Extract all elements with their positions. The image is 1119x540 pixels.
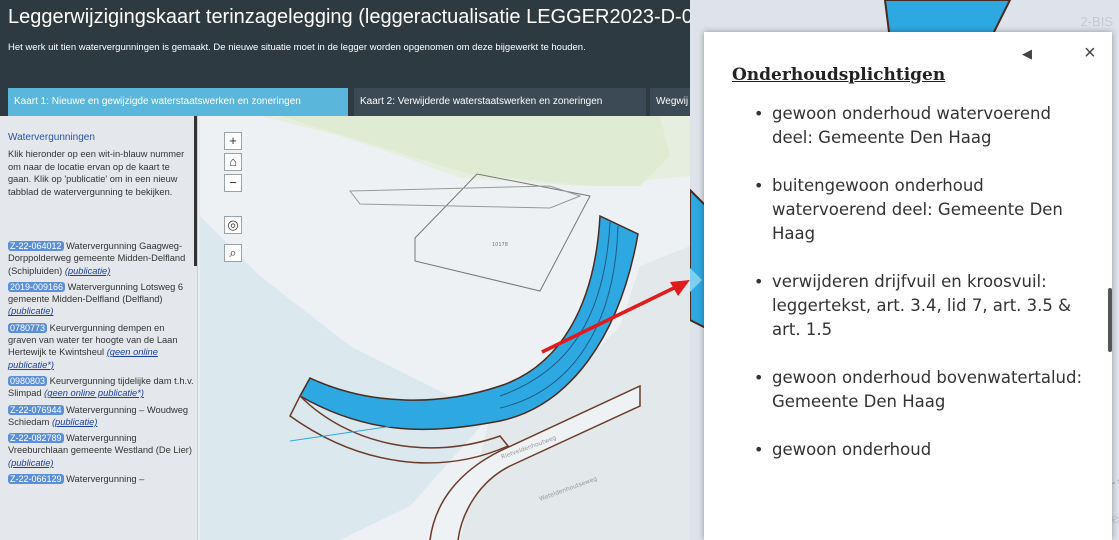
map-view[interactable]: 10178 Rietveldenhoutweg Weteldenhoutsewe… xyxy=(200,116,690,540)
tab-wegwijzer[interactable]: Wegwij xyxy=(650,88,690,116)
list-item: verwijderen drijfvuil en kroosvuil: legg… xyxy=(754,270,1092,342)
permit-list: Z-22-064012 Watervergunning Gaagweg-Dorp… xyxy=(8,240,194,489)
page-title: Leggerwijzigingskaart terinzagelegging (… xyxy=(8,6,690,28)
publication-link[interactable]: (publicatie) xyxy=(8,458,53,468)
map-application: Leggerwijzigingskaart terinzagelegging (… xyxy=(0,0,690,540)
tab-bar: Kaart 1: Nieuwe en gewijzigde waterstaat… xyxy=(0,88,690,116)
list-item: 0780773 Keurvergunning dempen en graven … xyxy=(8,322,194,371)
zone-area xyxy=(200,216,490,540)
app-header: Leggerwijzigingskaart terinzagelegging (… xyxy=(0,0,690,88)
zoom-out-button[interactable]: − xyxy=(224,174,242,192)
permit-id-link[interactable]: Z-22-082789 xyxy=(8,433,64,444)
permit-id-link[interactable]: 0780773 xyxy=(8,322,48,333)
parcel-label: 10178 xyxy=(492,242,508,248)
list-item: gewoon onderhoud watervoerend deel: Geme… xyxy=(754,102,1092,150)
info-popup: ◀ × Onderhoudsplichtigen gewoon onderhou… xyxy=(704,32,1112,540)
list-item: Z-22-076944 Watervergunning – Woudweg Sc… xyxy=(8,404,194,429)
map-canvas: 10178 Rietveldenhoutweg Weteldenhoutsewe… xyxy=(200,116,690,540)
list-item: Z-22-066129 Watervergunning – xyxy=(8,473,194,485)
publication-link[interactable]: (publicatie) xyxy=(65,266,110,276)
sidebar: Watervergunningen Klik hieronder op een … xyxy=(0,116,198,540)
tab-kaart-2[interactable]: Kaart 2: Verwijderde waterstaatswerken e… xyxy=(354,88,646,116)
list-item: gewoon onderhoud bovenwatertalud: Gemeen… xyxy=(754,366,1092,414)
map-label: 2-BIS xyxy=(1080,14,1113,29)
home-icon[interactable]: ⌂ xyxy=(224,153,242,171)
page-subtitle: Het werk uit tien watervergunningen is g… xyxy=(8,42,586,53)
permit-id-link[interactable]: Z-22-076944 xyxy=(8,404,64,415)
search-icon[interactable]: ⌕ xyxy=(224,244,242,262)
list-item: Z-22-082789 Watervergunning Vreeburchlaa… xyxy=(8,432,194,469)
popup-scrollbar[interactable] xyxy=(1108,288,1112,352)
sidebar-intro: Klik hieronder op een wit-in-blauw numme… xyxy=(8,149,185,197)
permit-text: Watervergunning – xyxy=(63,474,145,485)
list-item: gewoon onderhoud xyxy=(754,438,1092,462)
maintenance-list: gewoon onderhoud watervoerend deel: Geme… xyxy=(754,102,1092,486)
permit-id-link[interactable]: 0980803 xyxy=(8,375,48,386)
list-item: 2019-009166 Watervergunning Lotsweg 6 ge… xyxy=(8,281,194,318)
list-item: buitengewoon onderhoud watervoerend deel… xyxy=(754,174,1092,246)
publication-link[interactable]: (publicatie) xyxy=(8,306,53,316)
publication-link[interactable]: (geen online publicatie*) xyxy=(44,388,144,398)
sidebar-title: Watervergunningen xyxy=(8,132,95,143)
close-icon[interactable]: × xyxy=(1084,42,1096,65)
building-outline xyxy=(414,173,591,292)
tab-kaart-1[interactable]: Kaart 1: Nieuwe en gewijzigde waterstaat… xyxy=(8,88,348,116)
permit-id-link[interactable]: Z-22-066129 xyxy=(8,474,64,485)
publication-link[interactable]: (publicatie) xyxy=(52,417,97,427)
list-item: 0980803 Keurvergunning tijdelijke dam t.… xyxy=(8,375,194,400)
zoom-in-button[interactable]: + xyxy=(224,132,242,150)
permit-id-link[interactable]: 2019-009166 xyxy=(8,281,66,292)
locate-icon[interactable]: ◎ xyxy=(224,216,242,234)
zoomed-popup-view: 2-BIS utse ◀ × Onderhoudsplichtigen gewo… xyxy=(690,0,1119,540)
sidebar-scrollbar[interactable] xyxy=(194,116,197,266)
list-item: Z-22-064012 Watervergunning Gaagweg-Dorp… xyxy=(8,240,194,277)
popup-heading: Onderhoudsplichtigen xyxy=(732,65,946,85)
previous-arrow-icon[interactable]: ◀ xyxy=(1022,46,1032,62)
parcel-outline xyxy=(349,185,582,209)
permit-id-link[interactable]: Z-22-064012 xyxy=(8,241,64,251)
